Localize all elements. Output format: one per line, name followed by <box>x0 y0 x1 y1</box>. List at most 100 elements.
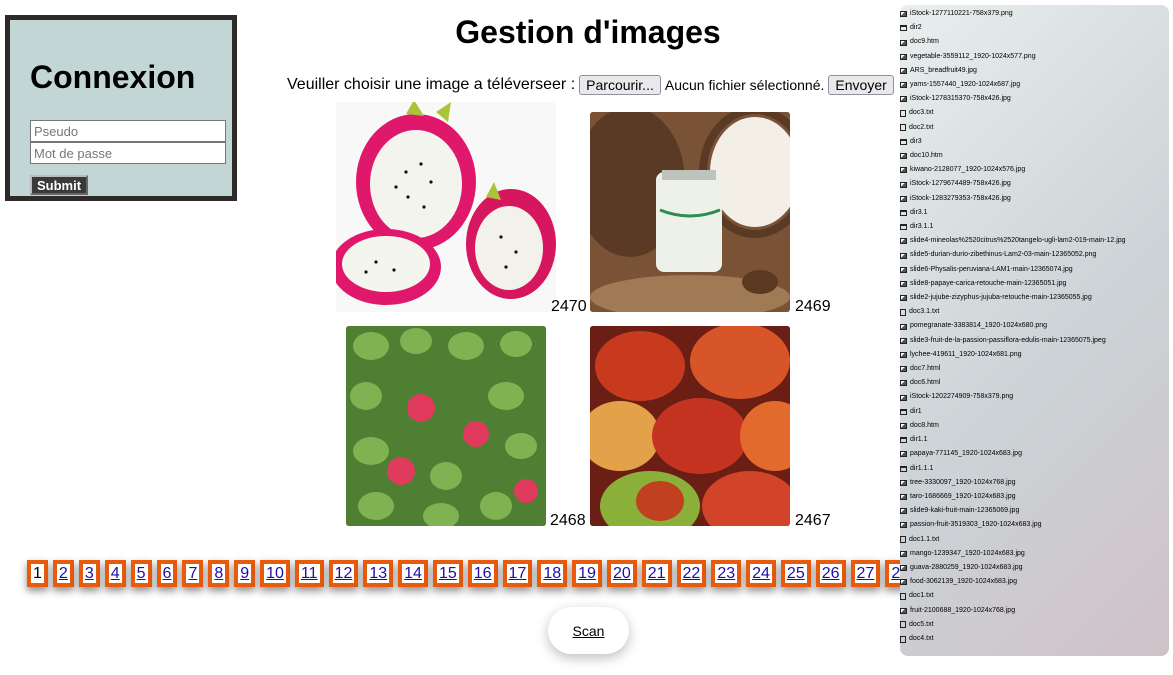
tree-file[interactable]: kiwano-2128077_1920-1024x576.jpg <box>900 163 1169 177</box>
tree-file[interactable]: iStock-1278315370-758x426.jpg <box>900 92 1169 106</box>
tree-folder[interactable]: dir3.1 <box>900 206 1169 220</box>
gallery-image-coconut[interactable] <box>590 112 790 312</box>
page-link[interactable]: 13 <box>363 560 394 587</box>
image-file-icon <box>900 280 907 287</box>
tree-file[interactable]: doc6.html <box>900 376 1169 390</box>
login-title: Connexion <box>30 59 196 95</box>
page-link[interactable]: 26 <box>815 560 846 587</box>
tree-file[interactable]: slide5-durian-durio-zibethinus-Lam2-03-m… <box>900 248 1169 262</box>
tree-file[interactable]: slide8-papaye-carica-retouche-main-12365… <box>900 277 1169 291</box>
pseudo-input[interactable] <box>30 120 226 142</box>
tree-file[interactable]: doc3.txt <box>900 106 1169 120</box>
password-input[interactable] <box>30 142 226 164</box>
tree-file[interactable]: iStock-1279674489-758x426.jpg <box>900 177 1169 191</box>
tree-file[interactable]: fruit-2100688_1920-1024x768.jpg <box>900 604 1169 618</box>
tree-file[interactable]: doc1.1.txt <box>900 533 1169 547</box>
tree-item-label: pomegranate-3383814_1920-1024x680.png <box>910 322 1048 330</box>
tree-item-label: taro-1686669_1920-1024x683.jpg <box>910 492 1016 500</box>
tree-file[interactable]: iStock-1277110221-758x379.png <box>900 7 1169 21</box>
tree-file[interactable]: mango-1239347_1920-1024x683.jpg <box>900 547 1169 561</box>
tree-file[interactable]: slide4-mineolas%2520citrus%2520tangelo-u… <box>900 234 1169 248</box>
gallery-image-dragon-fruit[interactable] <box>336 102 556 312</box>
page-current[interactable]: 1 <box>27 560 48 587</box>
scan-button[interactable]: Scan <box>548 607 629 654</box>
tree-item-label: iStock-1277110221-758x379.png <box>910 10 1013 17</box>
page-link[interactable]: 18 <box>537 560 568 587</box>
tree-file[interactable]: yams-1557440_1920-1024x687.jpg <box>900 78 1169 92</box>
page-link[interactable]: 5 <box>130 560 152 587</box>
tree-file[interactable]: doc2.txt <box>900 121 1169 135</box>
page-link[interactable]: 27 <box>850 560 881 587</box>
tree-file[interactable]: iStock-1283279353-758x426.jpg <box>900 192 1169 206</box>
page-link[interactable]: 17 <box>502 560 533 587</box>
tree-file[interactable]: doc8.htm <box>900 419 1169 433</box>
tree-file[interactable]: ARS_breadfruit49.jpg <box>900 64 1169 78</box>
page-link[interactable]: 20 <box>606 560 637 587</box>
tree-file[interactable]: doc4.txt <box>900 632 1169 646</box>
send-button[interactable]: Envoyer <box>828 75 894 95</box>
tree-item-label: doc9.htm <box>910 38 939 46</box>
page-link[interactable]: 8 <box>208 560 230 587</box>
submit-button[interactable]: Submit <box>30 175 89 195</box>
image-file-icon <box>900 238 907 245</box>
page-link[interactable]: 22 <box>676 560 707 587</box>
image-file-icon <box>900 153 907 160</box>
tree-file[interactable]: doc1.txt <box>900 589 1169 603</box>
tree-file[interactable]: tree-3330097_1920-1024x768.jpg <box>900 476 1169 490</box>
tree-folder[interactable]: dir1 <box>900 405 1169 419</box>
tree-file[interactable]: slide9-kaki-fruit-main-12365069.jpg <box>900 504 1169 518</box>
image-file-icon <box>900 323 907 330</box>
tree-file[interactable]: taro-1686669_1920-1024x683.jpg <box>900 490 1169 504</box>
tree-file[interactable]: food-3062139_1920-1024x683.jpg <box>900 575 1169 589</box>
tree-folder[interactable]: dir1.1.1 <box>900 462 1169 476</box>
tree-file[interactable]: guava-2880259_1920-1024x683.jpg <box>900 561 1169 575</box>
page-link[interactable]: 16 <box>467 560 498 587</box>
tree-file[interactable]: lychee-419611_1920-1024x681.png <box>900 348 1169 362</box>
page-link[interactable]: 11 <box>294 560 324 587</box>
page-link[interactable]: 23 <box>711 560 742 587</box>
tree-folder[interactable]: dir3.1.1 <box>900 220 1169 234</box>
tree-file[interactable]: pomegranate-3383814_1920-1024x680.png <box>900 319 1169 333</box>
page-link[interactable]: 24 <box>746 560 776 587</box>
page-link[interactable]: 19 <box>572 560 602 587</box>
tree-file[interactable]: doc7.html <box>900 362 1169 376</box>
tree-file[interactable]: slide3-fruit-de-la-passion-passiflora-ed… <box>900 334 1169 348</box>
page-link[interactable]: 4 <box>104 560 126 587</box>
tree-folder[interactable]: dir2 <box>900 21 1169 35</box>
gallery-image-mango[interactable] <box>590 326 790 526</box>
page-link[interactable]: 14 <box>398 560 428 587</box>
page-link[interactable]: 3 <box>78 560 100 587</box>
gallery-image-guava[interactable] <box>346 326 546 526</box>
tree-item-label: iStock-1278315370-758x426.jpg <box>910 95 1011 103</box>
tree-item-label: papaya-771145_1920-1024x683.jpg <box>910 450 1022 458</box>
document-icon <box>900 621 906 629</box>
tree-item-label: guava-2880259_1920-1024x683.jpg <box>910 563 1023 571</box>
tree-file[interactable]: doc10.htm <box>900 149 1169 163</box>
tree-item-label: food-3062139_1920-1024x683.jpg <box>910 578 1018 586</box>
page-link[interactable]: 10 <box>260 560 290 587</box>
tree-item-label: dir3.1.1 <box>910 223 934 231</box>
page-link[interactable]: 21 <box>641 560 672 587</box>
tree-file[interactable]: papaya-771145_1920-1024x683.jpg <box>900 447 1169 461</box>
tree-folder[interactable]: dir1.1 <box>900 433 1169 447</box>
tree-file[interactable]: slide6-Physalis-peruviana-LAM1-main-1236… <box>900 263 1169 277</box>
page-link[interactable]: 9 <box>234 560 256 587</box>
page-link[interactable]: 6 <box>156 560 178 587</box>
tree-file[interactable]: doc3.1.txt <box>900 305 1169 319</box>
page-link[interactable]: 12 <box>328 560 359 587</box>
tree-file[interactable]: doc9.htm <box>900 35 1169 49</box>
page-link[interactable]: 7 <box>182 560 204 587</box>
page-link[interactable]: 25 <box>780 560 811 587</box>
tree-item-label: iStock-1202274909-758x379.png <box>910 393 1014 401</box>
browse-button[interactable]: Parcourir... <box>579 75 661 95</box>
tree-file[interactable]: slide2-jujube-zizyphus-jujuba-retouche-m… <box>900 291 1169 305</box>
page-link[interactable]: 2 <box>52 560 74 587</box>
tree-file[interactable]: doc5.txt <box>900 618 1169 632</box>
tree-file[interactable]: passion-fruit-3519303_1920-1024x683.jpg <box>900 518 1169 532</box>
upload-form: Veuiller choisir une image a téléverseer… <box>287 75 898 95</box>
tree-file[interactable]: iStock-1202274909-758x379.png <box>900 390 1169 404</box>
file-tree-list: iStock-1277110221-758x379.png dir2 doc9.ht… <box>900 5 1169 646</box>
tree-folder[interactable]: dir3 <box>900 135 1169 149</box>
tree-file[interactable]: vegetable-3559112_1920-1024x577.png <box>900 50 1169 64</box>
page-link[interactable]: 15 <box>432 560 463 587</box>
